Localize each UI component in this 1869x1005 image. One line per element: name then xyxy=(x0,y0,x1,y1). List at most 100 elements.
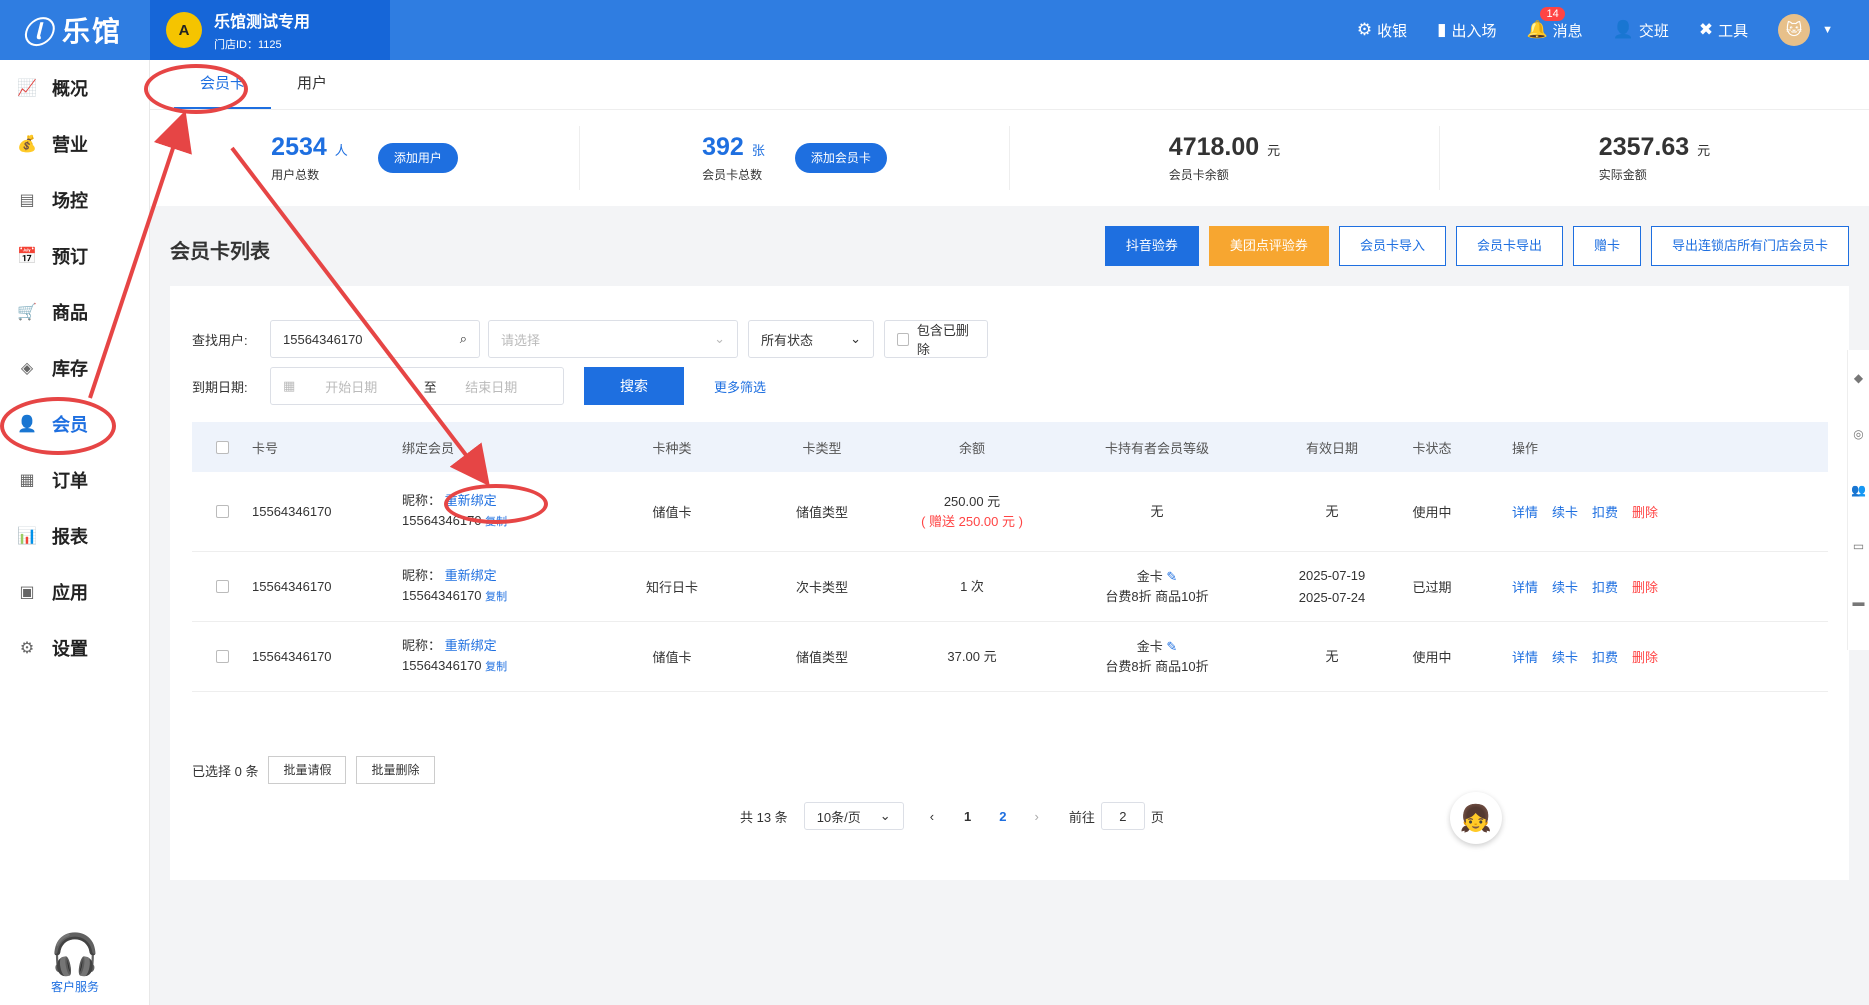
calendar-icon: ▦ xyxy=(283,378,296,393)
detail-link[interactable]: 详情 xyxy=(1512,647,1538,666)
search-button[interactable]: 搜索 xyxy=(584,367,684,405)
export-chain-cards-button[interactable]: 导出连锁店所有门店会员卡 xyxy=(1650,226,1849,266)
door-icon: ▮ xyxy=(1437,20,1447,39)
status-select[interactable]: 所有状态 ⌄ xyxy=(748,320,874,358)
card-number: 15564346170 xyxy=(252,649,332,664)
card-type-select[interactable]: 请选择 ⌄ xyxy=(488,320,738,358)
detail-link[interactable]: 详情 xyxy=(1512,577,1538,596)
card-icon[interactable]: ▬ xyxy=(1848,574,1869,630)
sidebar-item-apps[interactable]: ▣ 应用 xyxy=(0,564,149,620)
sidebar-item-settings[interactable]: ⚙ 设置 xyxy=(0,620,149,676)
bulk-leave-button[interactable]: 批量请假 xyxy=(268,756,347,784)
messages-button[interactable]: 🔔 14 消息 xyxy=(1526,6,1583,41)
delete-link[interactable]: 删除 xyxy=(1632,577,1658,596)
renew-link[interactable]: 续卡 xyxy=(1552,502,1578,521)
wrench-icon: ✖ xyxy=(1698,20,1714,39)
douyin-verify-button[interactable]: 抖音验券 xyxy=(1104,226,1199,266)
search-input[interactable]: 15564346170 ⌕ xyxy=(270,320,480,358)
main-content: 会员卡 用户 2534 人 用户总数 添加用户 392 张 会员卡总数 添加会员卡 … xyxy=(150,60,1869,1005)
tools-button[interactable]: ✖ 工具 xyxy=(1699,20,1748,41)
table-row: 15564346170 昵称： 重新绑定 15564346170 复制 储值卡 储值类型… xyxy=(192,472,1828,552)
delete-link[interactable]: 删除 xyxy=(1632,647,1658,666)
sidebar-item-booking[interactable]: 📅 预订 xyxy=(0,228,149,284)
row-checkbox[interactable] xyxy=(215,650,229,663)
logo-mark-icon: ⓛ xyxy=(22,17,54,50)
sidebar-item-reports[interactable]: 📊 报表 xyxy=(0,508,149,564)
table-row: 15564346170 昵称： 重新绑定 15564346170 复制 知行日卡 次卡类… xyxy=(192,552,1828,622)
store-name: 乐馆测试专用 xyxy=(214,14,311,31)
section-title: 会员卡列表 xyxy=(170,241,270,263)
copy-link[interactable]: 复制 xyxy=(485,661,507,673)
stock-icon: ◈ xyxy=(20,360,34,377)
import-cards-button[interactable]: 会员卡导入 xyxy=(1338,226,1446,266)
annotation-circle-rebind xyxy=(444,484,548,524)
entry-exit-button[interactable]: ▮ 出入场 xyxy=(1437,20,1496,41)
sidebar-item-goods[interactable]: 🛒 商品 xyxy=(0,284,149,340)
card-list-panel: 查找用户: 15564346170 ⌕ 请选择 ⌄ 所有状态 ⌄ 包含已删除 到期日期… xyxy=(170,286,1849,880)
customer-service-button[interactable]: 🎧 客户服务 xyxy=(0,932,150,995)
store-icon[interactable]: ▭ xyxy=(1848,518,1869,574)
date-range-picker[interactable]: ▦ 开始日期 至 结束日期 xyxy=(270,367,564,405)
sidebar-item-business[interactable]: 💰 营业 xyxy=(0,116,149,172)
add-user-button[interactable]: 添加用户 xyxy=(377,143,458,173)
renew-link[interactable]: 续卡 xyxy=(1552,647,1578,666)
card-status: 已过期 xyxy=(1412,580,1452,595)
deduct-link[interactable]: 扣费 xyxy=(1592,647,1618,666)
edit-icon[interactable]: ✎ xyxy=(1166,639,1177,654)
app-logo[interactable]: ⓛ 乐馆 xyxy=(0,0,150,60)
sidebar-item-venue[interactable]: ▤ 场控 xyxy=(0,172,149,228)
tab-bar: 会员卡 用户 xyxy=(150,60,1869,110)
chevron-down-icon[interactable]: ▼ xyxy=(1822,24,1833,36)
table-row: 15564346170 昵称： 重新绑定 15564346170 复制 储值卡 储值类型… xyxy=(192,622,1828,692)
assistant-avatar[interactable]: 👧 xyxy=(1450,792,1502,844)
shift-button[interactable]: 👤 交班 xyxy=(1613,20,1669,41)
store-switcher[interactable]: A 乐馆测试专用 门店ID：1125 xyxy=(150,0,390,60)
select-all-checkbox[interactable] xyxy=(215,440,229,454)
goto-page-input[interactable]: 2 xyxy=(1100,802,1145,830)
sidebar-item-stock[interactable]: ◈ 库存 xyxy=(0,340,149,396)
stats-bar: 2534 人 用户总数 添加用户 392 张 会员卡总数 添加会员卡 4718.00… xyxy=(150,110,1869,206)
rebind-link[interactable]: 重新绑定 xyxy=(445,638,497,653)
deduct-link[interactable]: 扣费 xyxy=(1592,577,1618,596)
card-status: 使用中 xyxy=(1412,505,1452,520)
renew-link[interactable]: 续卡 xyxy=(1552,577,1578,596)
rebind-link[interactable]: 重新绑定 xyxy=(445,568,497,583)
settings-icon: ⚙ xyxy=(19,640,35,657)
users-icon[interactable]: 👥 xyxy=(1848,462,1869,518)
delete-link[interactable]: 删除 xyxy=(1632,502,1658,521)
row-checkbox[interactable] xyxy=(215,505,229,518)
annotation-circle-member xyxy=(0,397,116,455)
page-1[interactable]: 1 xyxy=(964,809,971,824)
more-filters-link[interactable]: 更多筛选 xyxy=(714,377,766,396)
cashier-button[interactable]: ⚙ 收银 xyxy=(1357,20,1407,41)
prev-page-icon[interactable]: ‹ xyxy=(930,809,934,824)
search-icon: ⌕ xyxy=(459,331,467,346)
cube-icon[interactable]: ◆ xyxy=(1848,350,1869,406)
edit-icon[interactable]: ✎ xyxy=(1166,569,1177,584)
top-tools: ⚙ 收银 ▮ 出入场 🔔 14 消息 👤 交班 ✖ 工具 🐱 ▼ xyxy=(1327,0,1833,60)
include-deleted-checkbox[interactable]: 包含已删除 xyxy=(884,320,988,358)
next-page-icon[interactable]: › xyxy=(1035,809,1039,824)
meituan-verify-button[interactable]: 美团点评验券 xyxy=(1208,226,1329,266)
stat-actual: 2357.63 元 实际金额 xyxy=(1598,133,1711,182)
deduct-link[interactable]: 扣费 xyxy=(1592,502,1618,521)
add-member-card-button[interactable]: 添加会员卡 xyxy=(794,143,887,173)
page-size-select[interactable]: 10条/页 ⌄ xyxy=(803,802,904,830)
user-avatar[interactable]: 🐱 xyxy=(1778,14,1811,46)
right-toolbar: ◆ ◎ 👥 ▭ ▬ xyxy=(1847,350,1869,650)
row-checkbox[interactable] xyxy=(215,580,229,593)
export-cards-button[interactable]: 会员卡导出 xyxy=(1455,226,1563,266)
bulk-delete-button[interactable]: 批量删除 xyxy=(356,756,435,784)
sidebar-item-orders[interactable]: ▦ 订单 xyxy=(0,452,149,508)
db-icon[interactable]: ◎ xyxy=(1848,406,1869,462)
gift-card-button[interactable]: 赠卡 xyxy=(1572,226,1641,266)
pagination: 共 13 条 10条/页 ⌄ ‹ 1 2 › 前往 2 页 xyxy=(740,802,1164,830)
tab-users[interactable]: 用户 xyxy=(271,67,353,109)
sidebar-item-overview[interactable]: 📈 概况 xyxy=(0,60,149,116)
page-2[interactable]: 2 xyxy=(999,809,1006,824)
checkbox-icon xyxy=(897,332,909,346)
copy-link[interactable]: 复制 xyxy=(485,591,507,603)
detail-link[interactable]: 详情 xyxy=(1512,502,1538,521)
total-count: 共 13 条 xyxy=(740,809,788,825)
headset-icon: 🎧 xyxy=(50,933,100,977)
